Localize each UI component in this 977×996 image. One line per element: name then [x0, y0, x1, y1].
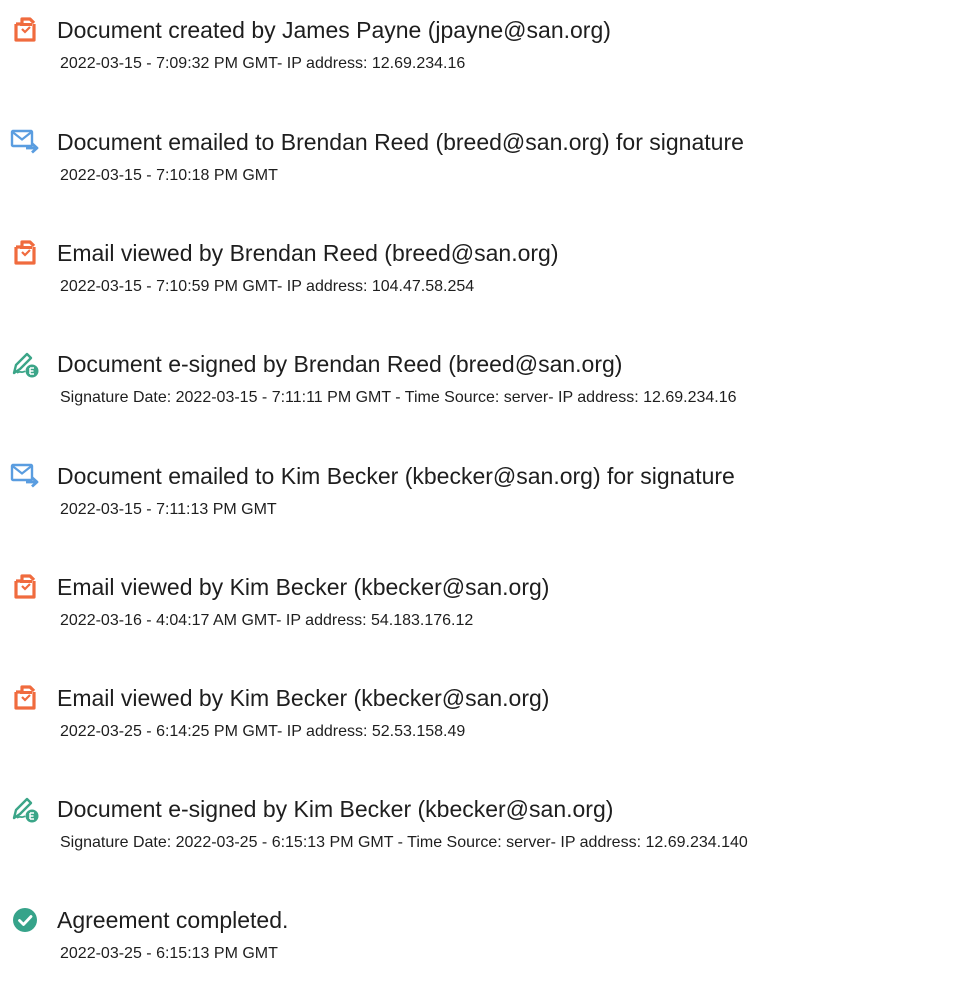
event-detail: Signature Date: 2022-03-15 - 7:11:11 PM …	[60, 389, 737, 406]
audit-event: Document e-signed by Brendan Reed (breed…	[0, 349, 977, 439]
event-detail: 2022-03-15 - 7:09:32 PM GMT- IP address:…	[60, 55, 466, 72]
check-circle-icon	[10, 905, 40, 935]
email-sent-icon	[10, 461, 40, 491]
audit-event: Email viewed by Brendan Reed (breed@san.…	[0, 238, 977, 328]
document-icon	[10, 15, 40, 45]
event-title: Document e-signed by Brendan Reed (breed…	[57, 351, 623, 377]
event-title: Document e-signed by Kim Becker (kbecker…	[57, 796, 614, 822]
event-detail: 2022-03-15 - 7:11:13 PM GMT	[60, 501, 277, 518]
event-title: Email viewed by Kim Becker (kbecker@san.…	[57, 685, 550, 711]
document-icon	[10, 572, 40, 602]
event-title: Document emailed to Brendan Reed (breed@…	[57, 129, 744, 155]
event-detail: 2022-03-25 - 6:15:13 PM GMT	[60, 945, 278, 962]
audit-event: Document emailed to Kim Becker (kbecker@…	[0, 461, 977, 551]
audit-event: Document emailed to Brendan Reed (breed@…	[0, 127, 977, 217]
audit-event: Email viewed by Kim Becker (kbecker@san.…	[0, 683, 977, 773]
event-detail: 2022-03-15 - 7:10:18 PM GMT	[60, 167, 278, 184]
audit-event: Agreement completed. 2022-03-25 - 6:15:1…	[0, 905, 977, 995]
e-sign-icon	[10, 794, 40, 824]
document-icon	[10, 238, 40, 268]
document-icon	[10, 683, 40, 713]
event-detail: 2022-03-15 - 7:10:59 PM GMT- IP address:…	[60, 278, 475, 295]
event-title: Document emailed to Kim Becker (kbecker@…	[57, 463, 735, 489]
audit-event-list: Document created by James Payne (jpayne@…	[0, 0, 977, 996]
e-sign-icon	[10, 349, 40, 379]
event-title: Email viewed by Kim Becker (kbecker@san.…	[57, 574, 550, 600]
event-title: Email viewed by Brendan Reed (breed@san.…	[57, 240, 559, 266]
email-sent-icon	[10, 127, 40, 157]
event-detail: 2022-03-25 - 6:14:25 PM GMT- IP address:…	[60, 723, 466, 740]
audit-event: Email viewed by Kim Becker (kbecker@san.…	[0, 572, 977, 662]
event-detail: Signature Date: 2022-03-25 - 6:15:13 PM …	[60, 834, 748, 851]
event-detail: 2022-03-16 - 4:04:17 AM GMT- IP address:…	[60, 612, 474, 629]
event-title: Document created by James Payne (jpayne@…	[57, 17, 611, 43]
event-title: Agreement completed.	[57, 907, 289, 933]
audit-event: Document e-signed by Kim Becker (kbecker…	[0, 794, 977, 884]
audit-event: Document created by James Payne (jpayne@…	[0, 15, 977, 105]
